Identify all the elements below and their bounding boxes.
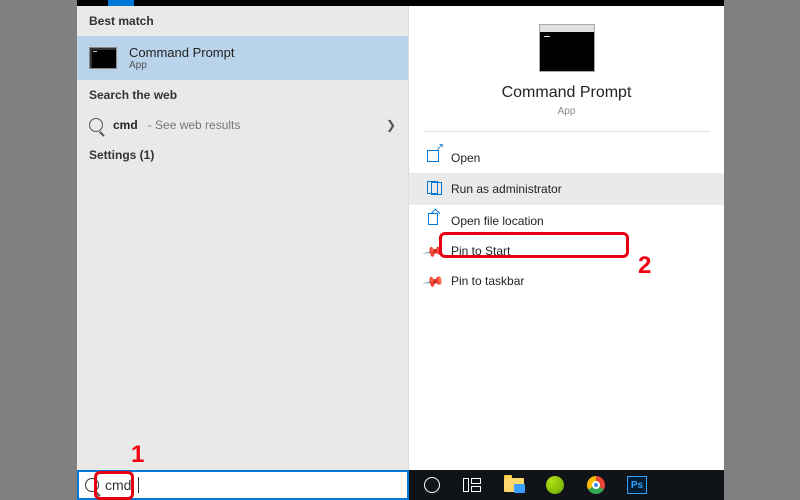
details-pane: Command Prompt App Open Run as administr… <box>409 6 724 470</box>
task-view-icon[interactable] <box>454 470 492 500</box>
active-tab-accent <box>108 0 134 6</box>
cortana-circle-icon[interactable] <box>413 470 451 500</box>
open-icon <box>425 150 441 165</box>
photoshop-icon[interactable]: Ps <box>618 470 656 500</box>
action-pin-taskbar-label: Pin to taskbar <box>451 274 524 288</box>
chrome-icon[interactable] <box>577 470 615 500</box>
section-best-match: Best match <box>77 6 408 36</box>
action-pin-to-start[interactable]: 📌 Pin to Start <box>409 236 724 266</box>
action-list: Open Run as administrator Open file loca… <box>409 142 724 296</box>
search-icon <box>89 118 103 132</box>
web-result-cmd[interactable]: cmd - See web results ❯ <box>77 110 408 140</box>
action-run-admin-label: Run as administrator <box>451 182 562 196</box>
section-settings[interactable]: Settings (1) <box>77 140 408 170</box>
best-match-subtitle: App <box>129 60 234 71</box>
action-run-as-admin[interactable]: Run as administrator <box>409 173 724 205</box>
action-open-file-location[interactable]: Open file location <box>409 205 724 236</box>
best-match-title: Command Prompt <box>129 45 234 60</box>
text-caret <box>137 477 139 493</box>
cmd-icon <box>89 47 117 69</box>
details-title: Command Prompt <box>409 84 724 102</box>
taskbar-search-box[interactable]: cmd <box>77 470 409 500</box>
pin-icon: 📌 <box>422 241 443 262</box>
action-open-label: Open <box>451 151 480 165</box>
chevron-right-icon: ❯ <box>386 118 396 132</box>
content-area: Best match Command Prompt App Search the… <box>77 6 724 470</box>
folder-location-icon <box>425 213 441 228</box>
results-list-pane: Best match Command Prompt App Search the… <box>77 6 409 470</box>
action-open-location-label: Open file location <box>451 214 544 228</box>
best-match-command-prompt[interactable]: Command Prompt App <box>77 36 408 80</box>
coccoc-icon[interactable] <box>536 470 574 500</box>
details-subtitle: App <box>423 106 710 132</box>
cmd-icon-large <box>539 24 595 72</box>
pin-taskbar-icon: 📌 <box>422 271 443 292</box>
web-result-query: cmd <box>113 118 138 132</box>
start-search-panel: Best match Command Prompt App Search the… <box>77 0 724 500</box>
action-open[interactable]: Open <box>409 142 724 173</box>
action-pin-to-taskbar[interactable]: 📌 Pin to taskbar <box>409 266 724 296</box>
search-icon <box>85 478 99 492</box>
web-result-suffix: - See web results <box>148 118 241 132</box>
windows-taskbar: Ps <box>409 470 724 500</box>
shield-admin-icon <box>425 181 441 197</box>
action-pin-start-label: Pin to Start <box>451 244 510 258</box>
section-search-web: Search the web <box>77 80 408 110</box>
search-input-text[interactable]: cmd <box>105 477 131 493</box>
file-explorer-icon[interactable] <box>495 470 533 500</box>
best-match-text: Command Prompt App <box>129 45 234 71</box>
